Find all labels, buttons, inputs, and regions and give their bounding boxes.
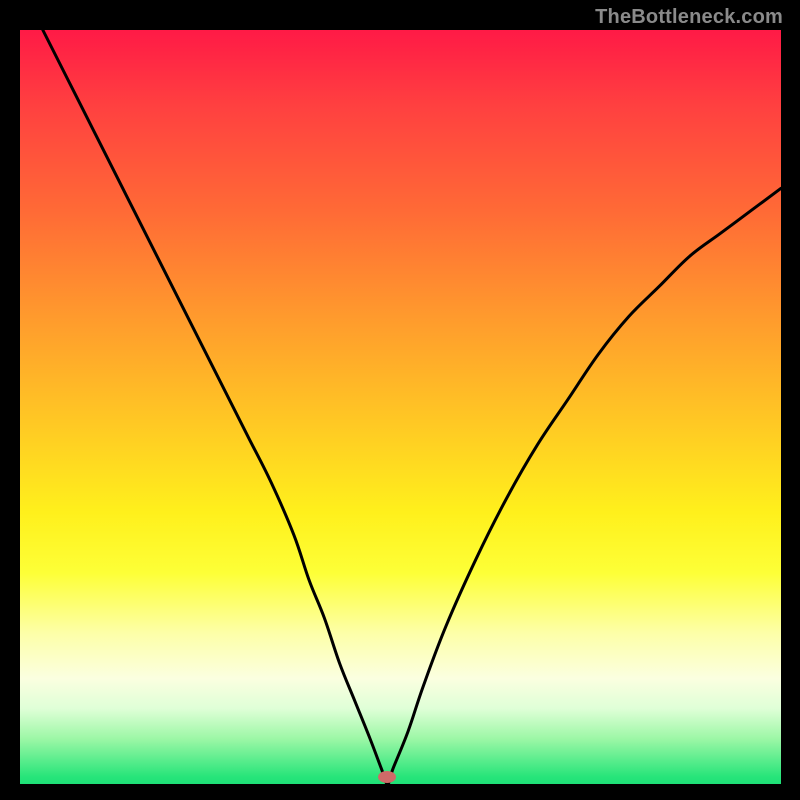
plot-area: [20, 30, 781, 784]
chart-container: TheBottleneck.com: [0, 0, 800, 800]
watermark: TheBottleneck.com: [595, 6, 783, 29]
optimal-point-marker: [378, 771, 396, 783]
